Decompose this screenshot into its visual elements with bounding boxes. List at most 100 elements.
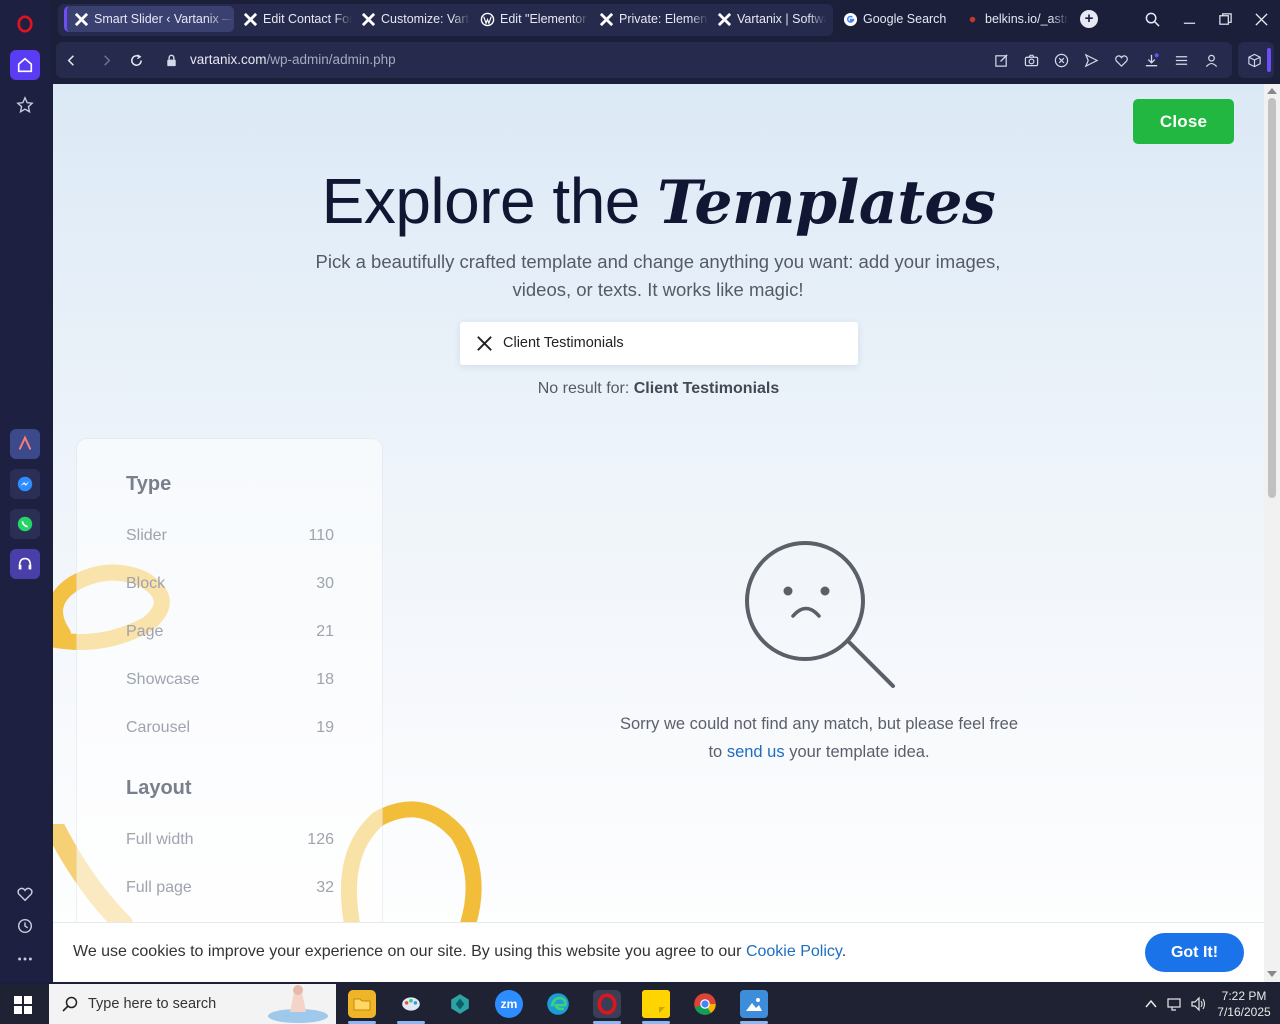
volume-icon[interactable] [1190,996,1206,1012]
scroll-down-arrow-icon[interactable] [1267,971,1277,977]
adblock-icon[interactable] [1053,52,1069,68]
search-tabs-icon[interactable] [1141,8,1163,30]
network-icon[interactable] [1167,996,1183,1012]
more-dots-icon[interactable] [10,944,40,974]
tab-vartanix-software[interactable]: Vartanix | Software [710,6,826,32]
reload-icon[interactable] [127,51,145,69]
cookie-text: We use cookies to improve your experienc… [73,943,746,960]
new-tab-plus-icon[interactable]: + [1080,10,1098,28]
bookmarks-star-icon[interactable] [10,90,40,120]
photos-icon[interactable] [740,990,768,1018]
search-input[interactable]: Client Testimonials [503,335,624,351]
heart-bookmark-icon[interactable] [1113,52,1129,68]
filter-label: Slider [126,527,167,544]
tab-label: Edit Contact Form [263,12,352,26]
tab-label: Smart Slider ‹ Vartanix — W [94,12,234,26]
opera-icon[interactable] [593,990,621,1018]
tab-google-search[interactable]: Google Search [836,6,956,32]
app-icon[interactable] [446,990,474,1018]
back-arrow-icon[interactable] [62,51,80,69]
filter-item-showcase[interactable]: Showcase 18 [126,671,334,689]
chevron-up-icon[interactable] [1143,996,1159,1012]
close-button[interactable]: Close [1133,99,1234,144]
extensions-cube-icon[interactable] [1246,52,1262,68]
vartanix-x-icon [73,11,89,27]
filter-item-block[interactable]: Block 30 [126,575,334,593]
page-scrollbar[interactable] [1264,84,1280,982]
edge-icon[interactable] [544,990,572,1018]
taskbar-search-placeholder: Type here to search [88,996,217,1012]
filter-count: 32 [316,879,334,896]
chrome-icon[interactable] [691,990,719,1018]
music-player-icon[interactable] [10,549,40,579]
template-search[interactable]: Client Testimonials [460,322,858,365]
camera-icon[interactable] [1023,52,1039,68]
cookie-policy-link[interactable]: Cookie Policy [746,943,842,960]
page-title: Explore the Templates [53,164,1264,238]
sticky-notes-icon[interactable] [642,990,670,1018]
search-highlight-illustration [268,985,328,1023]
download-icon[interactable] [1143,52,1159,68]
opera-logo-icon[interactable] [10,9,40,39]
filter-label: Carousel [126,719,191,736]
filter-item-slider[interactable]: Slider 110 [126,527,334,545]
whatsapp-icon[interactable] [10,509,40,539]
minimize-icon[interactable] [1178,8,1200,30]
url-host: vartanix.com [190,52,267,67]
filter-label: Page [126,623,164,640]
file-explorer-icon[interactable] [348,990,376,1018]
clock-time: 7:22 PM [1221,989,1267,1003]
filter-heading-type: Type [126,473,172,495]
filter-item-carousel[interactable]: Carousel 19 [126,719,334,737]
home-icon[interactable] [10,50,40,80]
tab-label: Customize: Vartanix [381,12,470,26]
tab-strip: Smart Slider ‹ Vartanix — W Edit Contact… [50,0,1280,38]
url-field[interactable]: vartanix.com/wp-admin/admin.php [190,52,396,67]
zoom-icon[interactable]: zm [495,990,523,1018]
got-it-button[interactable]: Got It! [1145,933,1244,972]
taskbar-search[interactable]: Type here to search [49,984,336,1024]
extensions-box[interactable] [1238,42,1274,78]
profile-icon[interactable] [1203,52,1219,68]
windows-start-icon[interactable] [14,996,32,1014]
heart-icon[interactable] [10,879,40,909]
filter-item-full-page[interactable]: Full page 32 [126,879,334,897]
aria-icon[interactable] [10,429,40,459]
send-flow-icon[interactable] [1083,52,1099,68]
wordpress-icon [479,11,495,27]
filter-count: 30 [316,575,334,592]
scroll-up-arrow-icon[interactable] [1267,88,1277,94]
send-us-link[interactable]: send us [727,743,785,761]
opera-sidebar [0,0,50,982]
forward-arrow-icon[interactable] [97,51,115,69]
filter-count: 126 [307,831,334,848]
tab-label: Private: Elementor [619,12,708,26]
edit-page-icon[interactable] [993,52,1009,68]
lock-icon[interactable] [162,51,180,69]
tab-private-elementor[interactable]: Private: Elementor [592,6,708,32]
system-clock[interactable]: 7:22 PM 7/16/2025 [1212,988,1276,1020]
tab-edit-contact-form[interactable]: Edit Contact Form [236,6,352,32]
tab-edit-elementor[interactable]: Edit "Elementor F [473,6,589,32]
scroll-thumb[interactable] [1268,98,1276,498]
sorry-text-2: your template idea. [784,743,930,761]
tab-customize[interactable]: Customize: Vartanix [354,6,470,32]
clear-search-x-icon[interactable] [475,334,494,353]
paint-icon[interactable] [397,990,425,1018]
tab-label: belkins.io/_astro/ [985,12,1068,26]
messenger-icon[interactable] [10,469,40,499]
history-clock-icon[interactable] [10,911,40,941]
extension-accent-bar [1267,48,1271,72]
filter-item-full-width[interactable]: Full width 126 [126,831,334,849]
restore-icon[interactable] [1214,8,1236,30]
tab-smart-slider[interactable]: Smart Slider ‹ Vartanix — W [64,6,234,32]
filter-item-page[interactable]: Page 21 [126,623,334,641]
filter-label: Block [126,575,166,592]
easy-setup-menu-icon[interactable] [1173,52,1189,68]
cookie-banner: We use cookies to improve your experienc… [53,922,1264,982]
filter-count: 110 [308,527,334,544]
close-window-icon[interactable] [1250,8,1272,30]
tab-belkins[interactable]: belkins.io/_astro/ [958,6,1068,32]
url-path: /wp-admin/admin.php [266,52,396,67]
filter-count: 19 [316,719,334,736]
